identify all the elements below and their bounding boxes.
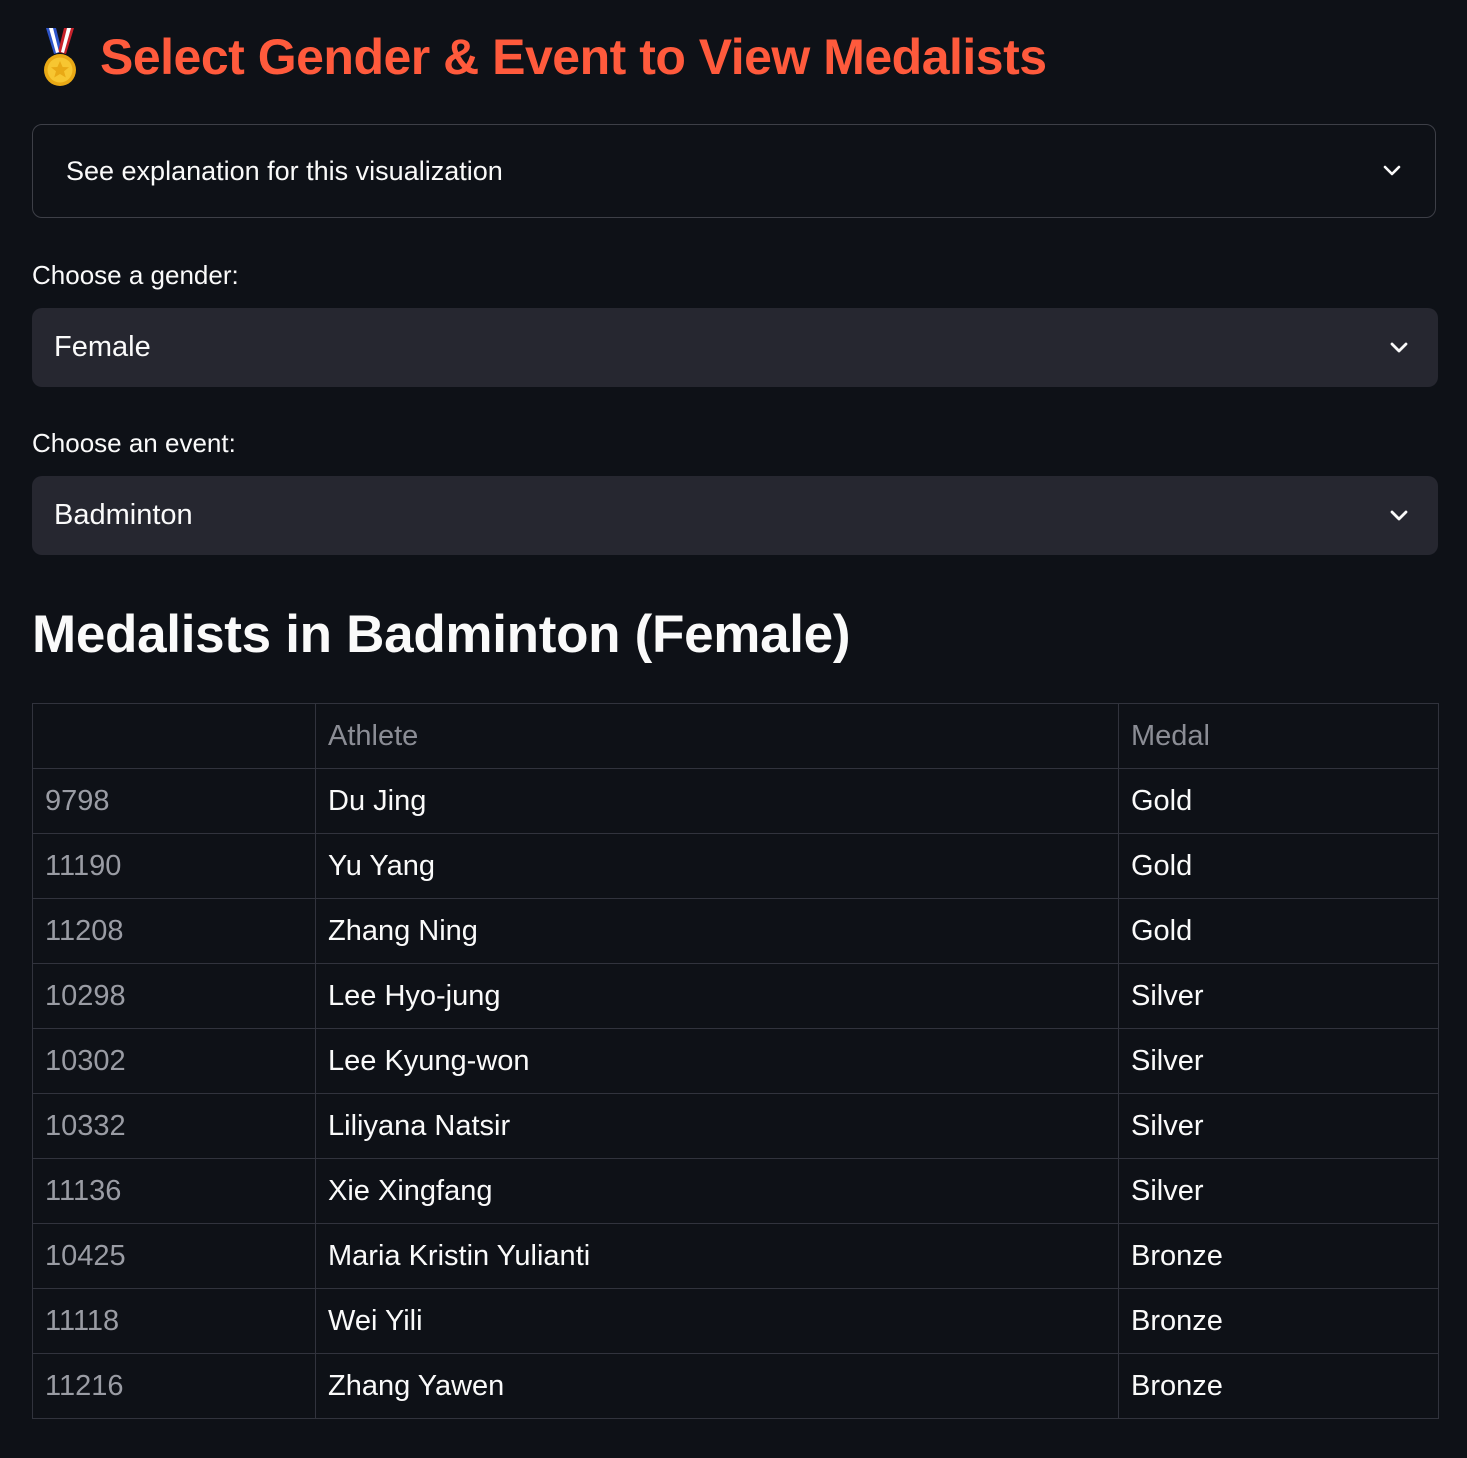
results-heading: Medalists in Badminton (Female) [32,605,851,664]
table-header-row: Athlete Medal [32,703,1439,769]
table-row: 11136 Xie Xingfang Silver [32,1158,1439,1224]
medal-icon [38,26,82,88]
explanation-expander[interactable]: See explanation for this visualization [32,124,1436,218]
page-title-row: Select Gender & Event to View Medalists [38,22,1047,92]
column-header-medal[interactable]: Medal [1118,703,1439,769]
athlete-cell[interactable]: Xie Xingfang [315,1158,1119,1224]
medal-cell[interactable]: Gold [1118,768,1439,834]
table-row: 9798 Du Jing Gold [32,768,1439,834]
row-index[interactable]: 10332 [32,1093,316,1159]
page-title: Select Gender & Event to View Medalists [100,29,1047,85]
medal-cell[interactable]: Gold [1118,833,1439,899]
medal-cell[interactable]: Silver [1118,1093,1439,1159]
row-index[interactable]: 10298 [32,963,316,1029]
chevron-down-icon [1388,337,1410,359]
table-row: 10298 Lee Hyo-jung Silver [32,963,1439,1029]
medal-cell[interactable]: Bronze [1118,1223,1439,1289]
athlete-cell[interactable]: Zhang Yawen [315,1353,1119,1419]
row-index[interactable]: 11136 [32,1158,316,1224]
medal-cell[interactable]: Bronze [1118,1353,1439,1419]
medalists-table[interactable]: Athlete Medal 9798 Du Jing Gold 11190 Yu… [32,703,1439,1419]
row-index[interactable]: 11190 [32,833,316,899]
chevron-down-icon [1388,505,1410,527]
gender-select[interactable]: Female [32,308,1438,387]
athlete-cell[interactable]: Zhang Ning [315,898,1119,964]
table-row: 10302 Lee Kyung-won Silver [32,1028,1439,1094]
table-row: 11216 Zhang Yawen Bronze [32,1353,1439,1419]
medal-cell[interactable]: Bronze [1118,1288,1439,1354]
chevron-down-icon [1381,160,1403,182]
row-index[interactable]: 11216 [32,1353,316,1419]
row-index[interactable]: 11208 [32,898,316,964]
table-row: 11190 Yu Yang Gold [32,833,1439,899]
row-index[interactable]: 9798 [32,768,316,834]
athlete-cell[interactable]: Liliyana Natsir [315,1093,1119,1159]
table-row: 10332 Liliyana Natsir Silver [32,1093,1439,1159]
row-index[interactable]: 10425 [32,1223,316,1289]
medal-cell[interactable]: Silver [1118,1158,1439,1224]
table-row: 11118 Wei Yili Bronze [32,1288,1439,1354]
medal-cell[interactable]: Silver [1118,963,1439,1029]
event-select-value: Badminton [54,499,193,531]
event-select-label: Choose an event: [32,428,236,458]
athlete-cell[interactable]: Wei Yili [315,1288,1119,1354]
athlete-cell[interactable]: Maria Kristin Yulianti [315,1223,1119,1289]
medal-cell[interactable]: Silver [1118,1028,1439,1094]
row-index[interactable]: 11118 [32,1288,316,1354]
gender-select-value: Female [54,331,151,363]
table-row: 11208 Zhang Ning Gold [32,898,1439,964]
athlete-cell[interactable]: Yu Yang [315,833,1119,899]
medal-cell[interactable]: Gold [1118,898,1439,964]
gender-select-label: Choose a gender: [32,260,239,290]
column-header-index[interactable] [32,703,316,769]
athlete-cell[interactable]: Lee Hyo-jung [315,963,1119,1029]
athlete-cell[interactable]: Du Jing [315,768,1119,834]
event-select[interactable]: Badminton [32,476,1438,555]
table-row: 10425 Maria Kristin Yulianti Bronze [32,1223,1439,1289]
row-index[interactable]: 10302 [32,1028,316,1094]
athlete-cell[interactable]: Lee Kyung-won [315,1028,1119,1094]
column-header-athlete[interactable]: Athlete [315,703,1119,769]
expander-label: See explanation for this visualization [66,155,503,186]
